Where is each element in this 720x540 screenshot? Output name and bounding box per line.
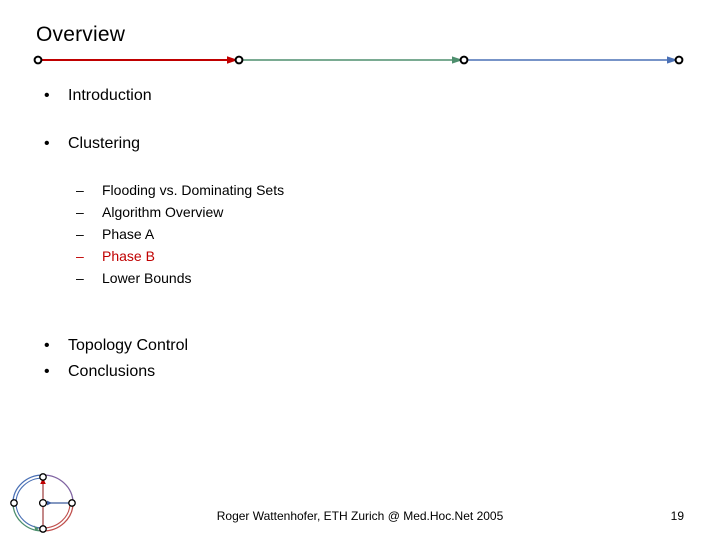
outline-list: • Introduction • Clustering – Flooding v… [0, 84, 720, 386]
outline-item-topology-control[interactable]: • Topology Control [0, 334, 720, 360]
bullet-marker-icon: • [44, 337, 50, 354]
outline-subitem-label: Flooding vs. Dominating Sets [102, 182, 285, 198]
page-number: 19 [670, 509, 684, 523]
slide-canvas: Overview • Introduction • Clustering – F… [0, 0, 720, 540]
outline-item-label: Topology Control [68, 337, 189, 354]
outline-subitem-label: Phase B [102, 248, 155, 264]
outline-subitem-label: Lower Bounds [102, 270, 192, 286]
bullet-marker-icon: • [44, 363, 50, 380]
title-decorative-rule [33, 55, 684, 65]
logo-spoke-arrow-right [47, 500, 52, 506]
logo-arc-blue [12, 474, 44, 504]
outline-subitem-label: Phase A [102, 226, 155, 242]
logo-arc-green [12, 502, 44, 532]
outline-item-label: Clustering [68, 135, 141, 152]
logo-arc-inner-right [42, 502, 71, 529]
distributed-computing-logo [10, 473, 76, 533]
outline-item-conclusions[interactable]: • Conclusions [0, 360, 720, 386]
logo-arc-purple [42, 474, 74, 504]
dash-marker-icon: – [76, 204, 84, 220]
outline-subitem-lower-bounds[interactable]: – Lower Bounds [0, 268, 720, 290]
bullet-marker-icon: • [44, 87, 50, 104]
logo-node-right [68, 499, 76, 507]
logo-arc-red [42, 502, 74, 532]
logo-node-left [10, 499, 18, 507]
outline-subitem-phase-a[interactable]: – Phase A [0, 224, 720, 246]
outline-item-label: Conclusions [68, 363, 156, 380]
rule-node-green [459, 55, 469, 65]
page-title: Overview [36, 23, 126, 46]
outline-item-label: Introduction [68, 87, 152, 104]
rule-node-red [234, 55, 244, 65]
dash-marker-icon: – [76, 182, 84, 198]
bullet-marker-icon: • [44, 135, 50, 152]
dash-marker-icon: – [76, 270, 84, 286]
dash-marker-icon: – [76, 248, 84, 264]
logo-node-center [38, 498, 48, 508]
rule-node-start [33, 55, 43, 65]
logo-node-top [39, 473, 47, 481]
outline-subitem-algorithm-overview[interactable]: – Algorithm Overview [0, 202, 720, 224]
outline-item-introduction[interactable]: • Introduction [0, 84, 720, 110]
outline-item-clustering[interactable]: • Clustering [0, 132, 720, 158]
footer-attribution: Roger Wattenhofer, ETH Zurich @ Med.Hoc.… [216, 509, 504, 523]
dash-marker-icon: – [76, 226, 84, 242]
rule-node-blue [674, 55, 684, 65]
outline-subitem-flooding-vs-dominating-sets[interactable]: – Flooding vs. Dominating Sets [0, 180, 720, 202]
outline-subitem-label: Algorithm Overview [102, 204, 224, 220]
logo-node-bottom [39, 525, 47, 533]
outline-subitem-phase-b[interactable]: – Phase B [0, 246, 720, 268]
